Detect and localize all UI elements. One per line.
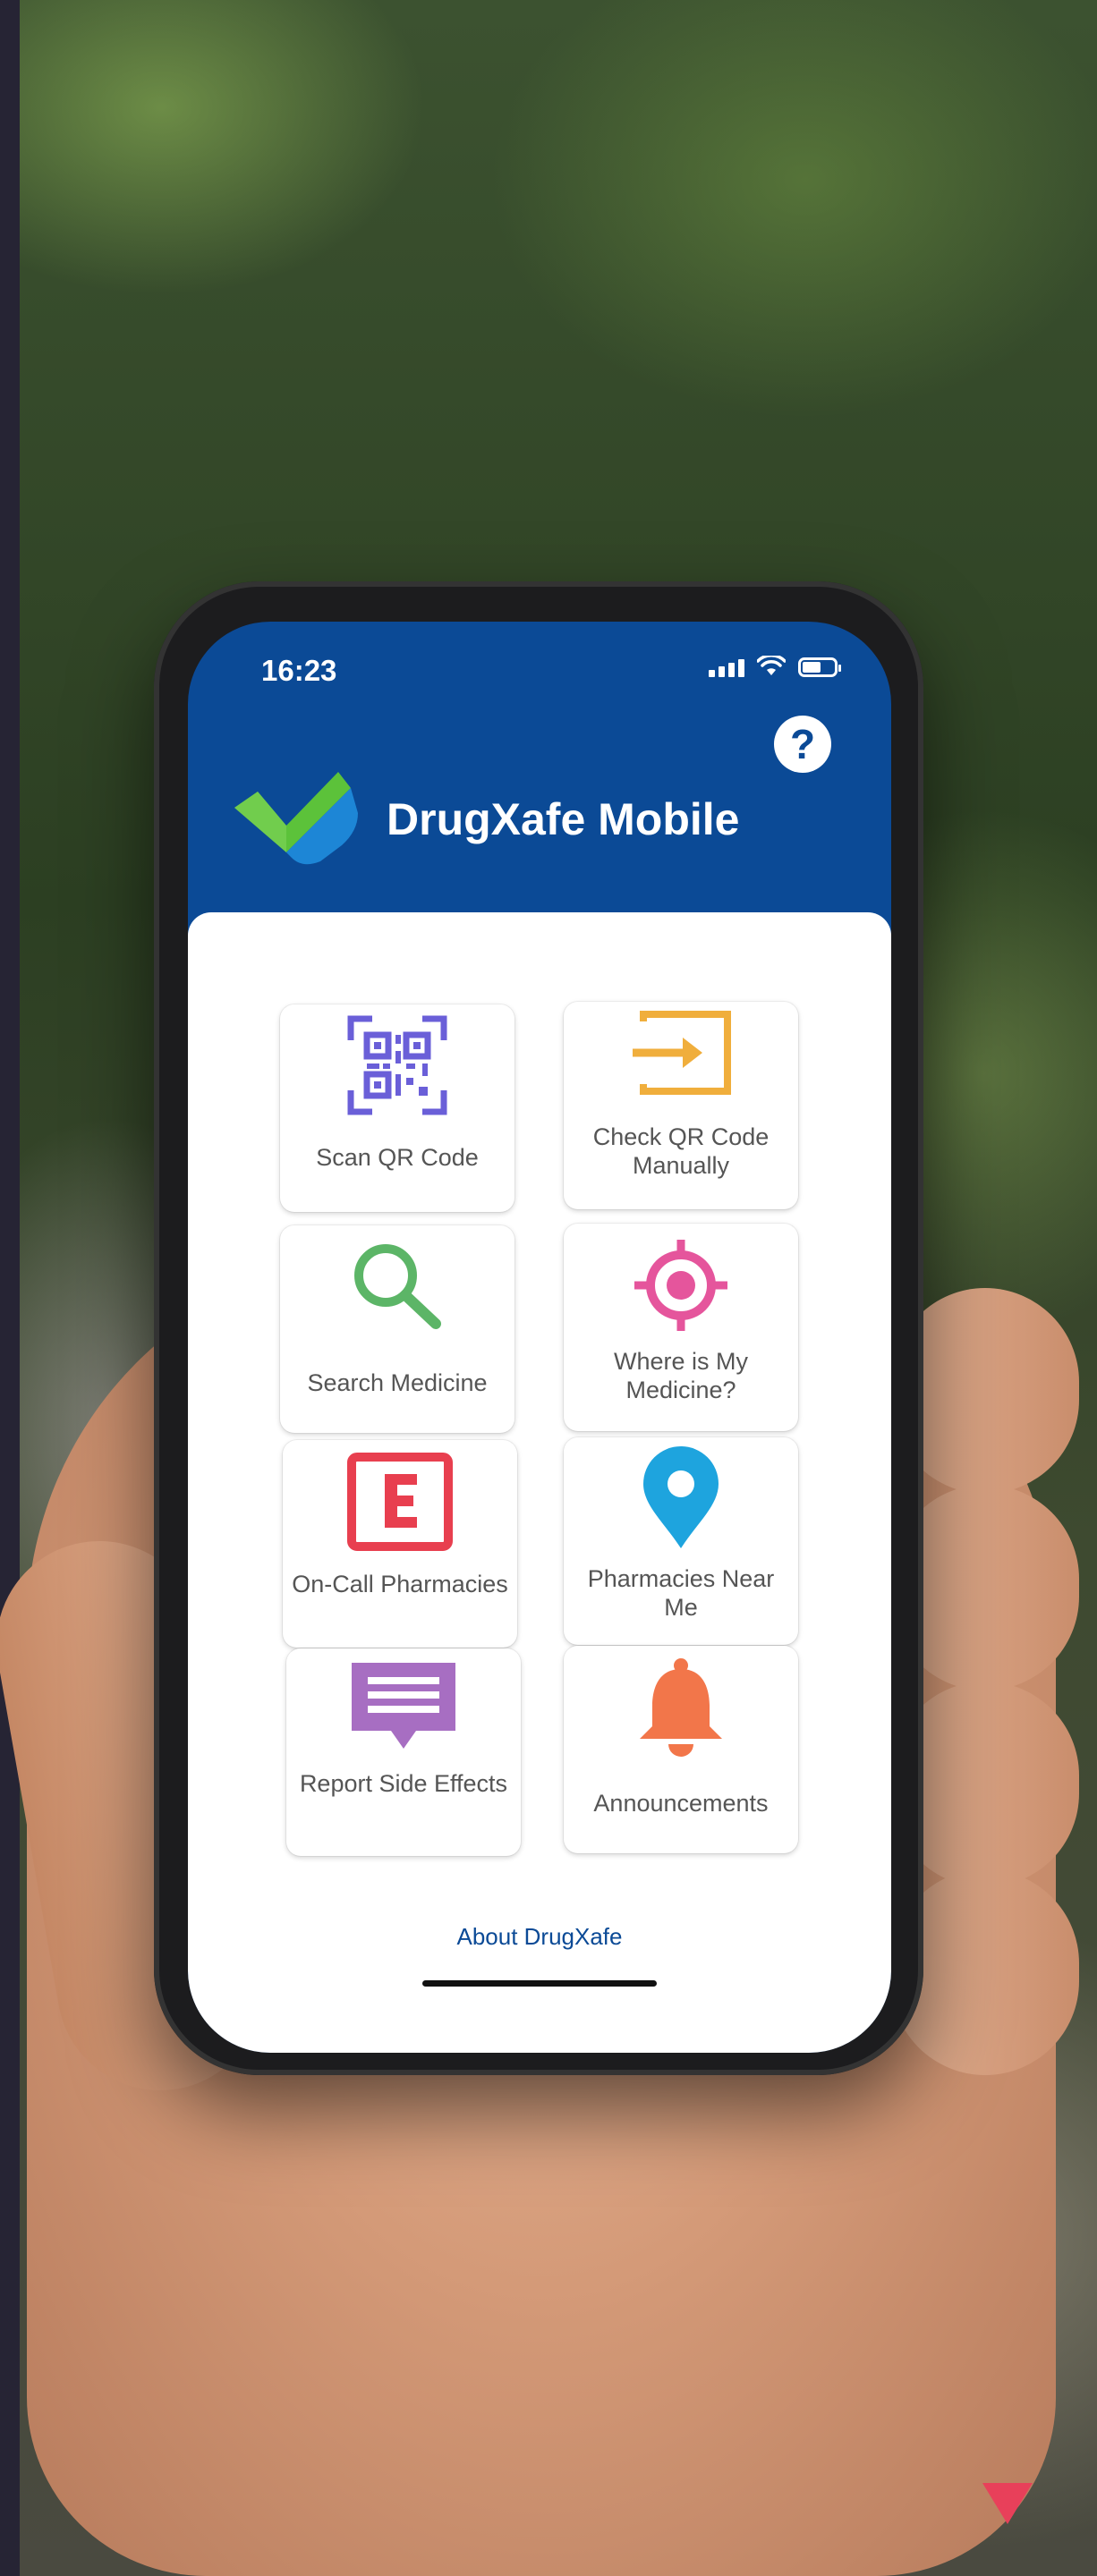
check-qr-code-manually-tile[interactable]: Check QR Code Manually bbox=[564, 1002, 798, 1209]
status-icons bbox=[709, 656, 841, 677]
announcements-tile[interactable]: Announcements bbox=[564, 1646, 798, 1853]
pharmacies-near-me-tile[interactable]: Pharmacies Near Me bbox=[564, 1437, 798, 1645]
search-medicine-tile[interactable]: Search Medicine bbox=[280, 1225, 514, 1433]
report-message-icon bbox=[352, 1663, 455, 1749]
home-indicator[interactable] bbox=[422, 1980, 657, 1987]
tile-label: Search Medicine bbox=[307, 1369, 488, 1396]
battery-icon bbox=[798, 657, 841, 677]
where-is-my-medicine-tile[interactable]: Where is My Medicine? bbox=[564, 1224, 798, 1431]
help-button[interactable]: ? bbox=[774, 716, 831, 773]
search-icon bbox=[354, 1244, 441, 1329]
cellular-signal-icon bbox=[709, 659, 744, 677]
scan-qr-code-tile[interactable]: Scan QR Code bbox=[280, 1004, 514, 1212]
tile-label: Check QR Code Manually bbox=[592, 1123, 770, 1179]
on-call-pharmacies-tile[interactable]: On-Call Pharmacies bbox=[283, 1440, 517, 1648]
wifi-icon bbox=[757, 656, 786, 675]
tile-label: Where is My Medicine? bbox=[613, 1348, 749, 1403]
tile-label: Scan QR Code bbox=[316, 1144, 479, 1171]
status-bar: 16:23 bbox=[188, 622, 891, 720]
locate-icon bbox=[634, 1240, 727, 1331]
left-edge-strip bbox=[0, 0, 20, 2576]
drugxafe-logo bbox=[234, 772, 358, 865]
status-time: 16:23 bbox=[261, 654, 337, 687]
manual-entry-icon bbox=[633, 1011, 731, 1095]
location-pin-icon bbox=[643, 1446, 719, 1548]
bell-icon bbox=[640, 1658, 722, 1757]
report-side-effects-tile[interactable]: Report Side Effects bbox=[286, 1648, 521, 1856]
scroll-down-arrow-icon[interactable] bbox=[982, 2483, 1033, 2524]
menu-card: Scan QR Code Check QR Code Manually Sear… bbox=[188, 912, 891, 2053]
tile-label: On-Call Pharmacies bbox=[292, 1571, 508, 1597]
phone-screen: 16:23 ? DrugXafe Mobile Scan QR Code Che… bbox=[188, 622, 891, 2053]
emergency-pharmacy-icon bbox=[347, 1453, 453, 1551]
tile-label: Announcements bbox=[593, 1790, 769, 1817]
tile-label: Pharmacies Near Me bbox=[587, 1565, 775, 1621]
about-drugxafe-link[interactable]: About DrugXafe bbox=[188, 1923, 891, 1951]
app-title: DrugXafe Mobile bbox=[387, 794, 740, 844]
tile-label: Report Side Effects bbox=[299, 1770, 508, 1797]
qr-code-icon bbox=[347, 1015, 447, 1115]
